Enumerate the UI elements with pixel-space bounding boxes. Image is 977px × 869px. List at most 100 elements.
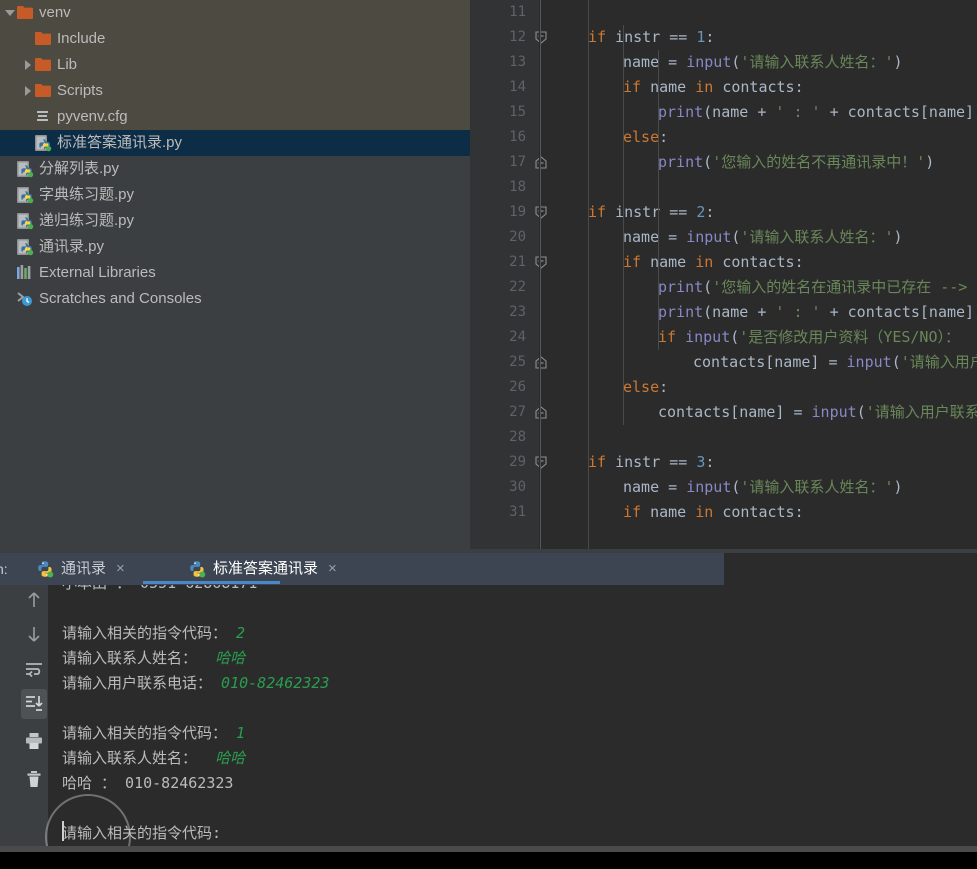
code-token: (name + xyxy=(703,103,776,121)
line-number: 16 xyxy=(509,129,526,145)
code-line[interactable]: print('您输入的姓名在通讯录中已存在 --> xyxy=(658,275,967,300)
tree-item[interactable]: 通讯录.py xyxy=(0,234,470,260)
python-file-icon xyxy=(17,208,35,234)
close-icon[interactable]: × xyxy=(328,553,337,585)
tree-twisty-placeholder xyxy=(22,104,35,130)
tree-item-label: 分解列表.py xyxy=(39,160,120,177)
console-prompt-text: 小本田 ： 0551-62868171 xyxy=(62,585,257,592)
console-prompt-text: 哈哈 ： 010-82462323 xyxy=(62,774,234,792)
code-line[interactable]: name = input('请输入联系人姓名：') xyxy=(623,225,903,250)
tree-twisty-placeholder xyxy=(4,234,17,260)
code-token: + contacts[name]) xyxy=(820,103,977,121)
code-token: contacts: xyxy=(722,503,804,521)
tree-item-label: 字典练习题.py xyxy=(39,186,135,203)
code-token: if xyxy=(588,203,616,221)
print-icon[interactable] xyxy=(21,727,47,757)
console-user-input: 1 xyxy=(236,724,246,742)
code-token: == xyxy=(669,453,697,471)
fold-rail xyxy=(540,0,541,549)
line-number: 18 xyxy=(509,179,526,195)
tree-item-label: Include xyxy=(57,30,106,47)
python-file-icon xyxy=(35,130,53,156)
code-line[interactable]: contacts[name] = input('请输入用户联系 xyxy=(658,400,977,425)
tree-twisty-placeholder xyxy=(4,156,17,182)
tree-item[interactable]: pyvenv.cfg xyxy=(0,104,470,130)
tree-item[interactable]: Lib xyxy=(0,52,470,78)
line-number: 30 xyxy=(509,479,526,495)
tree-item[interactable]: venv xyxy=(0,0,470,26)
code-line[interactable]: else: xyxy=(623,375,668,400)
line-number: 23 xyxy=(509,304,526,320)
tree-twisty-placeholder xyxy=(4,260,17,286)
code-text-area[interactable]: if instr == 1: name = input('请输入联系人姓名：') i… xyxy=(540,0,977,549)
code-token: print xyxy=(658,278,704,296)
console-user-input: 哈哈 xyxy=(215,649,246,667)
code-line[interactable]: if instr == 3: xyxy=(588,450,714,475)
code-token: contacts[name] = xyxy=(658,403,812,421)
line-number: 25 xyxy=(509,354,526,370)
tree-item[interactable]: 字典练习题.py xyxy=(0,182,470,208)
tree-item-label: Scripts xyxy=(57,82,103,99)
down-arrow-icon[interactable] xyxy=(21,619,47,649)
code-token: ' : ' xyxy=(775,303,821,321)
indent-guide xyxy=(588,0,589,549)
line-number: 22 xyxy=(509,279,526,295)
tree-item[interactable]: Include xyxy=(0,26,470,52)
code-token: input xyxy=(811,403,857,421)
close-icon[interactable]: × xyxy=(116,553,125,585)
chevron-right-icon[interactable] xyxy=(22,52,35,78)
code-token: input xyxy=(686,478,732,496)
code-line[interactable]: if input('是否修改用户资料（YES/NO）： xyxy=(658,325,960,350)
console-prompt-text: 请输入相关的指令代码： xyxy=(62,624,228,642)
python-file-icon xyxy=(17,156,35,182)
code-line[interactable]: contacts[name] = input('请输入用户 xyxy=(693,350,977,375)
tree-item[interactable]: Scripts xyxy=(0,78,470,104)
code-line[interactable]: print('您输入的姓名不再通讯录中！') xyxy=(658,150,934,175)
chevron-right-icon[interactable] xyxy=(22,78,35,104)
console-output[interactable]: 小本田 ： 0551-62868171请输入相关的指令代码： 2请输入联系人姓名… xyxy=(48,585,977,869)
line-number: 13 xyxy=(509,54,526,70)
console-line: 请输入相关的指令代码: xyxy=(62,821,221,846)
code-token: if xyxy=(623,253,651,271)
code-line[interactable]: print(name + ' : ' + contacts[name]) xyxy=(658,300,977,325)
code-line[interactable]: name = input('请输入联系人姓名：') xyxy=(623,475,903,500)
code-line[interactable]: print(name + ' : ' + contacts[name]) xyxy=(658,100,977,125)
code-token: ( xyxy=(730,328,740,346)
code-line[interactable]: if instr == 2: xyxy=(588,200,714,225)
code-line[interactable]: name = input('请输入联系人姓名：') xyxy=(623,50,903,75)
tree-item-label: Lib xyxy=(57,56,78,73)
chevron-down-icon[interactable] xyxy=(4,0,17,26)
console-text-caret xyxy=(62,821,64,841)
tree-twisty-placeholder xyxy=(22,26,35,52)
run-tab[interactable]: 通讯录 × xyxy=(36,553,125,585)
libraries-icon xyxy=(17,260,35,286)
code-token: '请输入联系人姓名：' xyxy=(740,478,894,496)
code-token: if xyxy=(658,328,686,346)
trash-icon[interactable] xyxy=(21,765,47,795)
line-number: 28 xyxy=(509,429,526,445)
tree-item[interactable]: External Libraries xyxy=(0,260,470,286)
code-token: instr xyxy=(615,453,670,471)
ide-window: venv Include Lib Scripts pyvenv.cfg 标准答案通讯录.p… xyxy=(0,0,977,869)
tree-item[interactable]: 分解列表.py xyxy=(0,156,470,182)
tree-item[interactable]: Scratches and Consoles xyxy=(0,286,470,312)
up-arrow-icon[interactable] xyxy=(21,585,47,615)
code-line[interactable]: if name in contacts: xyxy=(623,250,804,275)
scroll-to-end-icon[interactable] xyxy=(21,689,47,719)
tree-item[interactable]: 递归练习题.py xyxy=(0,208,470,234)
line-number: 12 xyxy=(509,29,526,45)
console-line: 请输入联系人姓名： 哈哈 xyxy=(62,646,245,671)
code-line[interactable]: else: xyxy=(623,125,668,150)
code-token: ( xyxy=(856,403,866,421)
code-token: name = xyxy=(623,53,687,71)
code-line[interactable]: if name in contacts: xyxy=(623,75,804,100)
code-token: in xyxy=(695,503,723,521)
editor-gutter[interactable]: 11 12 13 14 15 16 17 18 19 20 21 22 23 24 25 26 27 28 29 30… xyxy=(470,0,547,549)
code-line[interactable]: if instr == 1: xyxy=(588,25,714,50)
code-token: '是否修改用户资料（YES/NO）： xyxy=(739,328,960,346)
tree-item[interactable]: 标准答案通讯录.py xyxy=(0,130,470,156)
code-token: contacts: xyxy=(722,253,804,271)
soft-wrap-icon[interactable] xyxy=(21,655,47,685)
code-line[interactable]: if name in contacts: xyxy=(623,500,804,525)
line-number: 11 xyxy=(509,4,526,20)
